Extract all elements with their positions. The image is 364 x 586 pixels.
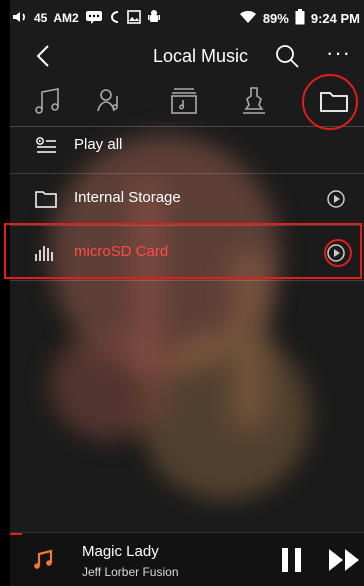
status-bar: 45 AM2 89% 9:24 PM [10, 0, 364, 36]
play-button-highlight [324, 239, 352, 267]
more-dots-icon[interactable]: ··· [326, 40, 351, 66]
wifi-icon [239, 10, 257, 27]
music-note-icon[interactable] [32, 84, 66, 118]
status-right: 89% 9:24 PM [239, 8, 360, 28]
play-all-row[interactable]: Play all [10, 120, 364, 172]
artist-icon[interactable] [93, 84, 127, 118]
divider [10, 280, 364, 281]
microsd-highlight-outline [4, 223, 362, 279]
chat-icon [85, 10, 103, 27]
network-label: AM2 [53, 11, 79, 25]
album-icon[interactable] [167, 84, 201, 118]
battery-icon [295, 8, 305, 28]
chevron-left-icon[interactable] [30, 42, 58, 70]
track-artist: Jeff Lorber Fusion [82, 565, 179, 579]
genre-icon[interactable] [237, 84, 271, 118]
page-title: Local Music [153, 46, 249, 66]
play-circle-icon[interactable] [326, 189, 346, 209]
track-title: Magic Lady [82, 543, 159, 560]
folder-icon [34, 187, 58, 211]
app-header: Local Music ··· [10, 36, 364, 76]
pause-icon[interactable] [279, 545, 305, 575]
clock: 9:24 PM [310, 10, 360, 26]
local-music-screen: 45 AM2 89% 9:24 PM Local Music ··· Play … [0, 0, 364, 586]
search-icon[interactable] [273, 42, 301, 70]
play-all-label: Play all [74, 136, 123, 153]
list-item-internal-storage[interactable]: Internal Storage [10, 173, 364, 225]
play-all-icon [34, 134, 58, 158]
battery-percent: 89% [262, 10, 289, 26]
list-item-label: Internal Storage [74, 189, 181, 206]
now-playing-bar[interactable]: Magic Lady Jeff Lorber Fusion [10, 532, 364, 586]
fast-forward-icon[interactable] [327, 545, 363, 575]
volume-level: 45 [34, 11, 48, 25]
progress-accent [10, 533, 22, 535]
status-left: 45 AM2 [12, 9, 161, 28]
shazam-icon [109, 10, 121, 27]
volume-icon [12, 10, 28, 27]
music-note-icon [32, 549, 54, 571]
android-icon [147, 9, 161, 28]
image-icon [126, 9, 141, 27]
